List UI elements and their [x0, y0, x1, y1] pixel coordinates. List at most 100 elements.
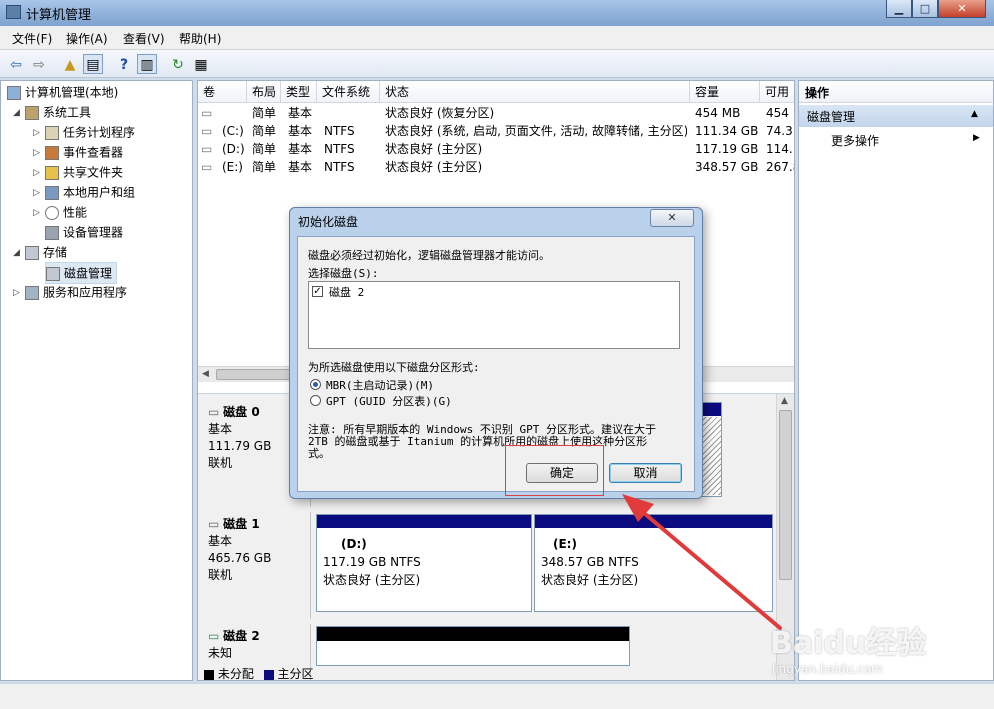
users-icon: [45, 185, 59, 200]
cell-capacity: 117.19 GB: [695, 142, 759, 156]
expand-icon[interactable]: ▷: [33, 123, 45, 143]
toolbar: ⇦ ⇨ ▲ ▤ ? ▥ ↻ ▦: [0, 50, 994, 78]
legend-unallocated: 未分配: [217, 667, 254, 681]
tree-item-disk-management[interactable]: 磁盘管理: [45, 262, 118, 284]
collapse-icon[interactable]: ◢: [13, 243, 25, 263]
menu-action[interactable]: 操作(A): [66, 30, 108, 47]
back-icon[interactable]: ⇦: [6, 54, 26, 74]
window-title: 计算机管理: [26, 8, 92, 23]
cell-free: 74.3: [766, 124, 793, 138]
maximize-button[interactable]: □: [912, 0, 938, 18]
scrollbar-thumb[interactable]: [216, 369, 296, 380]
disk-size: 111.79 GB: [208, 439, 272, 453]
tree-item-task-scheduler[interactable]: ▷ 任务计划程序: [33, 122, 135, 142]
highlight-box: [505, 445, 604, 496]
event-icon: [45, 145, 59, 160]
refresh-icon[interactable]: ↻: [168, 54, 188, 74]
more-actions-item[interactable]: 更多操作 ▶: [799, 129, 993, 151]
partition-label: (E:): [553, 537, 577, 551]
cell-type: 基本: [288, 142, 313, 156]
primary-swatch: [263, 669, 274, 680]
minimize-button[interactable]: ▁: [886, 0, 912, 18]
forward-icon[interactable]: ⇨: [29, 54, 49, 74]
disk-type: 基本: [208, 422, 233, 436]
menu-view[interactable]: 查看(V): [123, 30, 165, 47]
tree-root[interactable]: 计算机管理(本地): [7, 82, 118, 102]
dialog-close-button[interactable]: ✕: [650, 209, 694, 227]
up-folder-icon[interactable]: ▲: [60, 54, 80, 74]
menu-file[interactable]: 文件(F): [12, 30, 52, 47]
column-header-status[interactable]: 状态: [380, 81, 690, 103]
cell-layout: 简单: [252, 124, 277, 138]
status-bar: [0, 683, 994, 709]
disk-2-unallocated[interactable]: [316, 626, 630, 666]
disk-icon: ▭: [208, 405, 220, 419]
expand-icon[interactable]: ▷: [33, 163, 45, 183]
disk-2-list-item[interactable]: 磁盘 2: [329, 284, 364, 300]
services-icon: [25, 285, 39, 300]
disk-2-checkbox[interactable]: ✓: [312, 286, 323, 297]
column-header-volume[interactable]: 卷: [198, 81, 247, 103]
tree-item-services[interactable]: ▷ 服务和应用程序: [13, 282, 127, 302]
tree-item-device-manager[interactable]: 设备管理器: [45, 222, 123, 242]
column-header-filesystem[interactable]: 文件系统: [317, 81, 380, 103]
cell-status: 状态良好 (主分区): [385, 160, 483, 174]
dialog-body: 磁盘必须经过初始化，逻辑磁盘管理器才能访问。 选择磁盘(S): ✓ 磁盘 2 为…: [297, 236, 695, 492]
column-header-layout[interactable]: 布局: [247, 81, 281, 103]
partition-header: [317, 627, 629, 641]
tools-icon: [25, 105, 39, 120]
cell-fs: NTFS: [324, 124, 355, 138]
legend: 未分配 主分区: [204, 665, 314, 681]
tree-item-storage[interactable]: ◢ 存储: [13, 242, 67, 262]
cell-status: 状态良好 (主分区): [385, 142, 483, 156]
disk-list[interactable]: ✓ 磁盘 2: [308, 281, 680, 349]
mbr-radio[interactable]: [310, 379, 321, 390]
cell-status: 状态良好 (系统, 启动, 页面文件, 活动, 故障转储, 主分区): [385, 124, 687, 138]
expand-icon[interactable]: ▷: [33, 143, 45, 163]
partition-header: [317, 515, 531, 528]
collapse-icon[interactable]: ◢: [13, 103, 25, 123]
tree-item-local-users[interactable]: ▷ 本地用户和组: [33, 182, 135, 202]
legend-primary: 主分区: [277, 667, 314, 681]
unallocated-swatch: [204, 669, 214, 680]
actions-section-disk-management[interactable]: 磁盘管理 ▲: [799, 105, 993, 127]
tree-item-shared-folders[interactable]: ▷ 共享文件夹: [33, 162, 123, 182]
partition-d[interactable]: (D:) 117.19 GB NTFS 状态良好 (主分区): [316, 514, 532, 612]
cell-layout: 简单: [252, 160, 277, 174]
more-actions-label: 更多操作: [831, 134, 880, 148]
cell-free: 454: [766, 106, 789, 120]
help-icon[interactable]: ?: [114, 54, 134, 74]
collapse-up-icon[interactable]: ▲: [971, 109, 978, 119]
cell-status: 状态良好 (恢复分区): [385, 106, 495, 120]
storage-icon: [25, 245, 39, 260]
cell-volume: (D:): [222, 142, 245, 156]
tree-item-performance[interactable]: ▷ 性能: [33, 202, 87, 222]
device-manager-icon: [45, 225, 59, 240]
column-header-type[interactable]: 类型: [281, 81, 317, 103]
initialize-disk-dialog: 初始化磁盘 ✕ 磁盘必须经过初始化，逻辑磁盘管理器才能访问。 选择磁盘(S): …: [289, 207, 703, 499]
expand-icon[interactable]: ▷: [13, 283, 25, 303]
tree-item-system-tools[interactable]: ◢ 系统工具: [13, 102, 91, 122]
show-tree-icon[interactable]: ▤: [83, 54, 103, 74]
gpt-option-label[interactable]: GPT (GUID 分区表)(G): [326, 393, 452, 409]
drive-icon: ▭: [201, 142, 213, 156]
column-header-free[interactable]: 可用: [760, 81, 794, 103]
properties-icon[interactable]: ▦: [191, 54, 211, 74]
disk-1-label[interactable]: ▭ 磁盘 1 基本 465.76 GB 联机: [200, 512, 311, 619]
scroll-up-icon[interactable]: ▲: [781, 396, 788, 406]
clock-icon: [45, 125, 59, 140]
menu-help[interactable]: 帮助(H): [179, 30, 221, 47]
tree-item-event-viewer[interactable]: ▷ 事件查看器: [33, 142, 123, 162]
submenu-arrow-icon: ▶: [973, 133, 980, 143]
mbr-option-label[interactable]: MBR(主启动记录)(M): [326, 377, 434, 393]
gpt-radio[interactable]: [310, 395, 321, 406]
show-action-pane-icon[interactable]: ▥: [137, 54, 157, 74]
scroll-left-icon[interactable]: ◀: [202, 369, 209, 379]
disk-name: 磁盘 2: [223, 629, 260, 643]
expand-icon[interactable]: ▷: [33, 203, 45, 223]
column-header-capacity[interactable]: 容量: [690, 81, 760, 103]
annotation-arrow-icon: [622, 494, 782, 630]
close-button[interactable]: ✕: [938, 0, 986, 18]
disk-state: 联机: [208, 456, 233, 470]
expand-icon[interactable]: ▷: [33, 183, 45, 203]
